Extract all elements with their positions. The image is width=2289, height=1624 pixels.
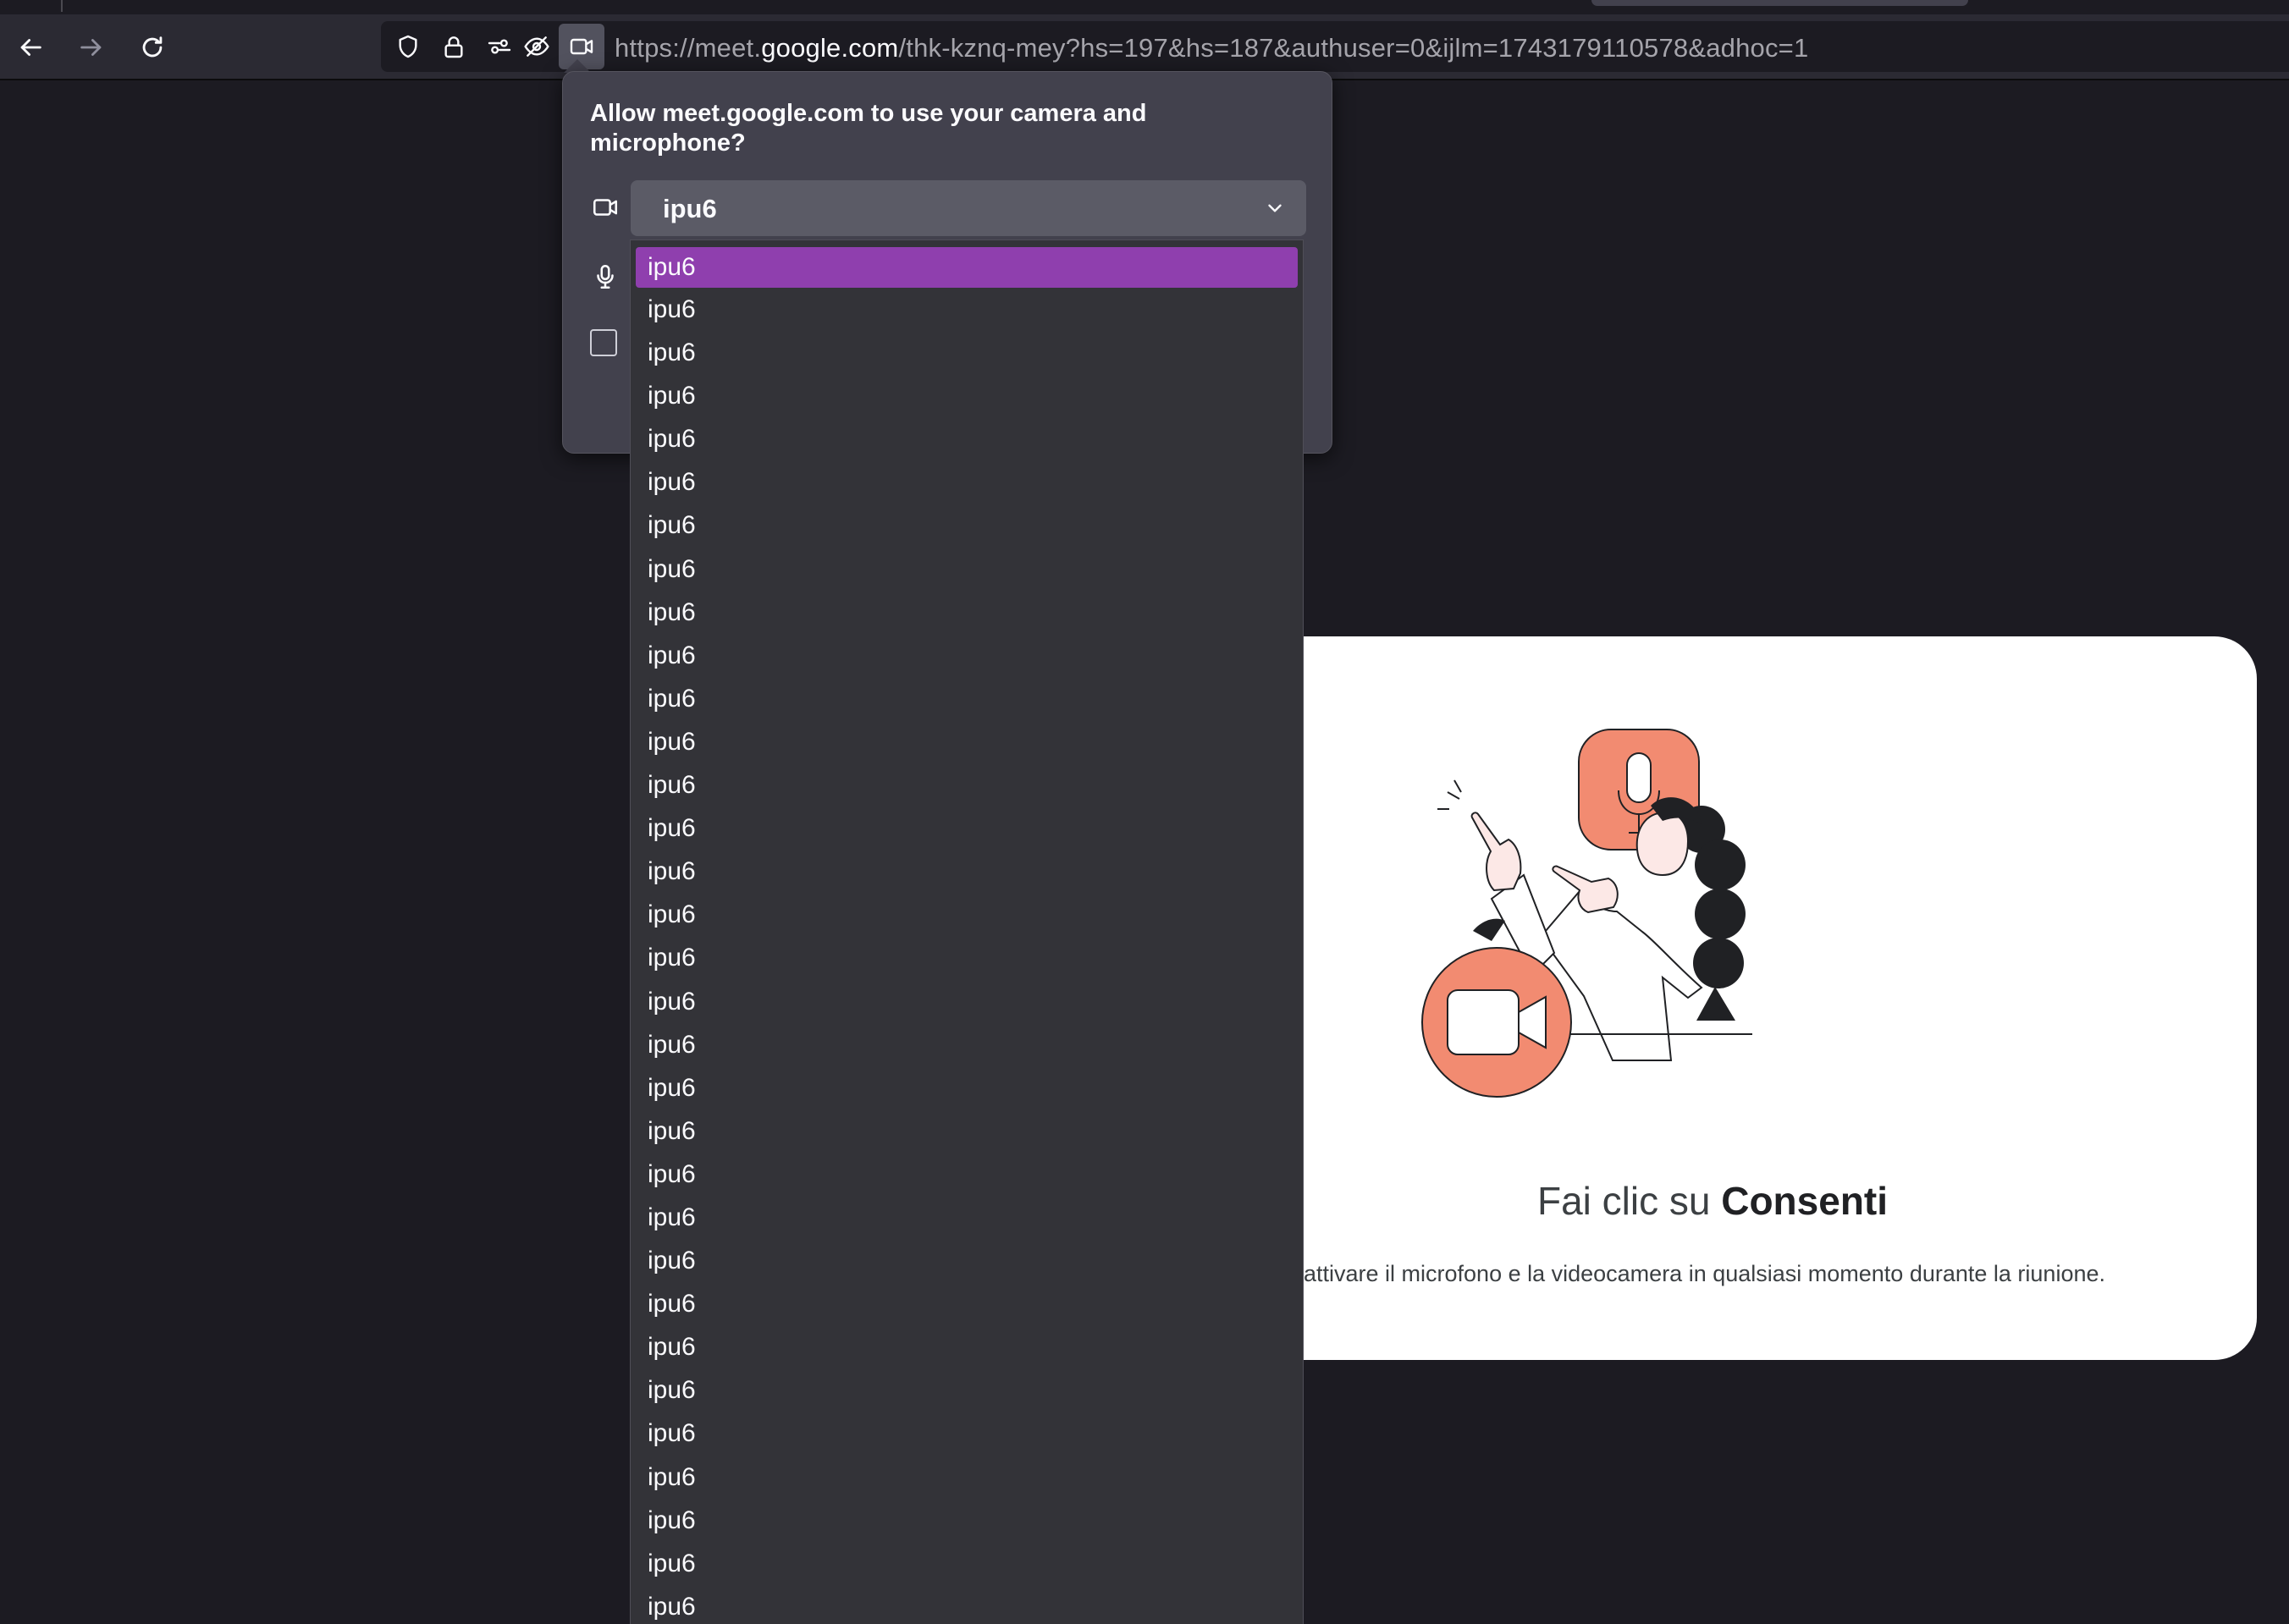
camera-option[interactable]: ipu6: [631, 763, 1303, 806]
url-path: /thk-kznq-mey?hs=197&hs=187&authuser=0&i…: [898, 33, 1809, 63]
camera-select[interactable]: ipu6: [631, 180, 1306, 236]
camera-option[interactable]: ipu6: [631, 288, 1303, 331]
camera-option[interactable]: ipu6: [631, 806, 1303, 850]
microphone-row-icon-wrap: [588, 260, 622, 294]
back-button[interactable]: [12, 29, 49, 66]
camera-option[interactable]: ipu6: [631, 591, 1303, 634]
blocked-autoplay-button[interactable]: [521, 31, 552, 62]
camera-option[interactable]: ipu6: [631, 1023, 1303, 1066]
camera-option[interactable]: ipu6: [636, 247, 1298, 288]
camera-option[interactable]: ipu6: [631, 1325, 1303, 1368]
active-tab-edge[interactable]: [1591, 0, 1968, 6]
camera-option[interactable]: ipu6: [631, 634, 1303, 677]
eye-blocked-icon: [524, 36, 549, 57]
camera-option[interactable]: ipu6: [631, 331, 1303, 374]
camera-option[interactable]: ipu6: [631, 850, 1303, 893]
forward-button[interactable]: [73, 29, 110, 66]
camera-option[interactable]: ipu6: [631, 1412, 1303, 1455]
shield-icon: [399, 35, 417, 58]
camera-option[interactable]: ipu6: [631, 1282, 1303, 1325]
camera-option[interactable]: ipu6: [631, 1368, 1303, 1412]
card-description: attivare il microfono e la videocamera i…: [1304, 1261, 2105, 1286]
camera-option[interactable]: ipu6: [631, 1456, 1303, 1499]
reload-icon: [142, 36, 163, 58]
permission-prompt-title: Allow meet.google.com to use your camera…: [590, 100, 1147, 157]
forward-arrow-icon: [80, 39, 102, 56]
card-title-bold: Consenti: [1721, 1179, 1889, 1223]
site-permissions-button[interactable]: [484, 31, 515, 62]
camera-option[interactable]: ipu6: [631, 893, 1303, 936]
camera-option[interactable]: ipu6: [631, 460, 1303, 504]
camera-option[interactable]: ipu6: [631, 1585, 1303, 1624]
url-bar[interactable]: https://meet.google.com/thk-kznq-mey?hs=…: [381, 21, 2289, 72]
camera-option[interactable]: ipu6: [631, 1153, 1303, 1196]
back-arrow-icon: [20, 39, 41, 56]
camera-row-icon-wrap: [588, 190, 622, 224]
lock-icon: [444, 36, 463, 58]
camera-option[interactable]: ipu6: [631, 374, 1303, 417]
camera-option[interactable]: ipu6: [631, 677, 1303, 720]
camera-option[interactable]: ipu6: [631, 504, 1303, 547]
card-title: Fai clic su Consenti: [1168, 1178, 2257, 1224]
camera-option[interactable]: ipu6: [631, 1196, 1303, 1239]
camera-option[interactable]: ipu6: [631, 548, 1303, 591]
reload-button[interactable]: [134, 29, 171, 66]
tracking-protection-button[interactable]: [393, 31, 423, 62]
camera-icon: [593, 199, 618, 216]
camera-option[interactable]: ipu6: [631, 980, 1303, 1023]
url-host: google.com: [761, 33, 899, 63]
browser-window: https://meet.google.com/thk-kznq-mey?hs=…: [0, 0, 2289, 1624]
card-title-regular: Fai clic su: [1536, 1179, 1722, 1223]
camera-icon: [570, 38, 593, 55]
microphone-icon: [597, 264, 614, 289]
url-text[interactable]: https://meet.google.com/thk-kznq-mey?hs=…: [615, 33, 1808, 63]
camera-dropdown-list[interactable]: ipu6 ipu6 ipu6 ipu6 ipu6 ipu6 ipu6 ipu6 ipu6 ipu6…: [630, 239, 1304, 1624]
camera-option[interactable]: ipu6: [631, 1542, 1303, 1585]
camera-option[interactable]: ipu6: [631, 1109, 1303, 1153]
camera-option[interactable]: ipu6: [631, 936, 1303, 979]
camera-option[interactable]: ipu6: [631, 1499, 1303, 1542]
url-prefix: https://meet.: [615, 33, 762, 63]
permission-hint-card: Fai clic su Consenti attivare il microfo…: [1168, 636, 2257, 1360]
chevron-down-icon: [1268, 204, 1282, 212]
camera-option[interactable]: ipu6: [631, 720, 1303, 763]
tab-strip: [0, 0, 2289, 14]
remember-decision-checkbox[interactable]: [590, 329, 617, 356]
tab-divider: [61, 0, 63, 12]
camera-option[interactable]: ipu6: [631, 1239, 1303, 1282]
camera-option[interactable]: ipu6: [631, 417, 1303, 460]
camera-select-value: ipu6: [663, 194, 717, 223]
woman-pointing-illustration: [1421, 729, 1752, 1098]
permissions-icon: [488, 39, 511, 54]
site-security-button[interactable]: [438, 31, 469, 62]
camera-option[interactable]: ipu6: [631, 1066, 1303, 1109]
camera-options: ipu6 ipu6 ipu6 ipu6 ipu6 ipu6 ipu6 ipu6 ipu6 ipu6…: [631, 240, 1303, 1624]
